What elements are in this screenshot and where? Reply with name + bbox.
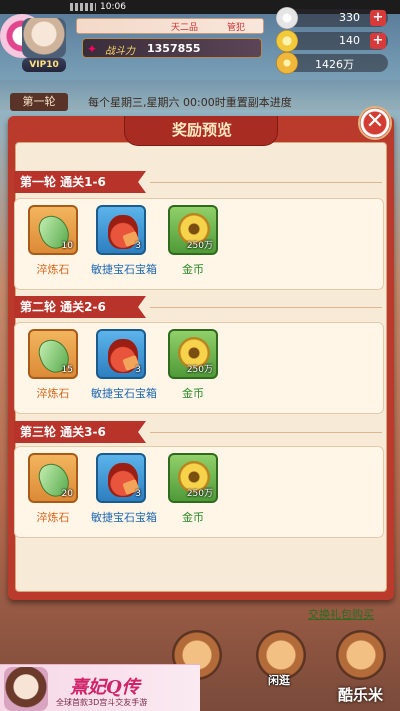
item-box: 20 [28,453,78,503]
item-box: 250万 [168,329,218,379]
item-name: 敏捷宝石宝箱 [91,263,157,276]
gem-bag-icon [108,215,138,249]
reward-item[interactable]: 3 敏捷宝石宝箱 [91,205,157,277]
currency-value: 140 [339,34,360,47]
player-title: 管犯 [227,23,246,33]
item-name: 敏捷宝石宝箱 [91,387,157,400]
avatar[interactable] [22,18,66,58]
item-box: 15 [28,329,78,379]
menu-button[interactable] [336,630,386,680]
item-box: 250万 [168,205,218,255]
status-time: 10:06 [100,2,126,12]
reset-notice: 每个星期三,星期六 00:00时重置副本进度 [88,96,292,109]
watermark: 酷乐米 [338,686,384,704]
item-name: 金币 [182,511,204,524]
item-name: 淬炼石 [36,387,70,400]
reward-item[interactable]: 15 淬炼石 [23,329,83,401]
round-header: 第一轮 通关1-6 [14,171,146,193]
item-name: 金币 [182,263,204,276]
reward-item[interactable]: 250万 金币 [163,329,223,401]
round-header: 第三轮 通关3-6 [14,421,146,443]
item-name: 金币 [182,387,204,400]
currency-value: 1426万 [315,58,354,71]
stroll-label: 闲逛 [268,674,290,687]
ad-banner[interactable]: 熹妃Q传 全球首款3D宫斗交友手游 [0,664,200,711]
item-box: 10 [28,205,78,255]
item-box: 3 [96,205,146,255]
notification-icons [70,3,96,11]
ad-subtitle: 全球首款3D宫斗交友手游 [56,698,148,707]
gem-bag-icon [108,463,138,497]
item-qty: 250万 [186,365,213,375]
reward-item[interactable]: 250万 金币 [163,205,223,277]
currency-coins: 1426万 + [276,52,388,74]
item-qty: 250万 [186,241,213,251]
item-qty: 250万 [186,489,213,499]
item-qty: 3 [135,365,141,375]
reward-item[interactable]: 250万 金币 [163,453,223,525]
gold-coin-icon [276,52,298,74]
currency-silver: 330 + [276,7,388,29]
round-header: 第二轮 通关2-6 [14,296,146,318]
dialog-title: 奖励预览 [171,121,232,139]
divider [150,432,382,433]
item-qty: 3 [135,489,141,499]
item-box: 3 [96,453,146,503]
add-silver-button[interactable]: + [370,10,386,26]
reward-panel: 20 淬炼石 3 敏捷宝石宝箱 250万 金币 [14,446,384,538]
item-name: 敏捷宝石宝箱 [91,511,157,524]
add-gold-button[interactable]: + [370,33,386,49]
item-box: 3 [96,329,146,379]
divider [150,307,382,308]
gold-ingot-icon [276,30,298,52]
currency-value: 330 [339,11,360,24]
divider [150,182,382,183]
reward-item[interactable]: 10 淬炼石 [23,205,83,277]
gem-bag-icon [108,339,138,373]
item-name: 淬炼石 [36,263,70,276]
item-name: 淬炼石 [36,511,70,524]
reward-item[interactable]: 3 敏捷宝石宝箱 [91,453,157,525]
vip-badge[interactable]: VIP10 [22,58,66,72]
ad-character-icon [4,667,48,711]
reward-item[interactable]: 20 淬炼石 [23,453,83,525]
item-box: 250万 [168,453,218,503]
item-qty: 10 [61,241,73,251]
reward-panel: 10 淬炼石 3 敏捷宝石宝箱 250万 金币 [14,198,384,290]
round-tag: 第一轮 [10,93,68,111]
power-value: 1357855 [147,42,201,55]
silver-ingot-icon [276,7,298,29]
reward-item[interactable]: 3 敏捷宝石宝箱 [91,329,157,401]
item-qty: 3 [135,241,141,251]
currency-gold-ingot: 140 + [276,30,388,52]
item-qty: 20 [61,489,73,499]
power-label: 战斗力 [105,46,135,57]
exchange-gift-link[interactable]: 交换礼包购买 [308,606,374,622]
close-button[interactable]: ✕ [358,106,392,140]
guild-rank: 天二品 [171,23,199,33]
dialog-title-tab: 奖励预览 [124,116,278,146]
name-plate: 天二品 管犯 [76,18,264,34]
ad-title: 熹妃Q传 [70,677,140,698]
combat-power: ✦ 战斗力 1357855 [82,38,262,58]
item-qty: 15 [61,365,73,375]
power-icon: ✦ [87,42,98,56]
reward-panel: 15 淬炼石 3 敏捷宝石宝箱 250万 金币 [14,322,384,414]
